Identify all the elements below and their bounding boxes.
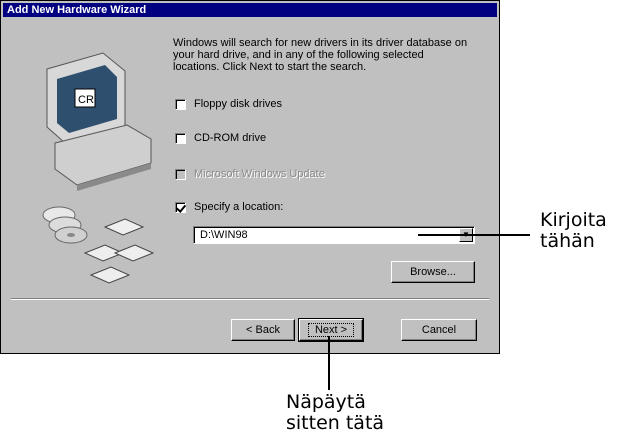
back-button[interactable]: < Back (231, 319, 295, 341)
option-label: Microsoft Windows Update (194, 168, 325, 180)
cancel-button[interactable]: Cancel (401, 319, 477, 341)
option-label: Specify a location: (194, 201, 284, 213)
checkbox-windows-update (175, 168, 186, 180)
option-floppy-disk[interactable]: Floppy disk drives (175, 97, 282, 111)
option-cd-rom[interactable]: CD-ROM drive (175, 131, 266, 145)
option-label: CD-ROM drive (194, 132, 267, 144)
annotation-line-type-here (418, 234, 530, 236)
annotation-line-1: Kirjoita (540, 209, 607, 231)
option-specify-location[interactable]: Specify a location: (175, 200, 283, 214)
annotation-then-click: Näpäytä sitten tätä (286, 392, 384, 434)
computer-search-illustration: CR (42, 52, 155, 284)
option-label: Floppy disk drives (194, 98, 283, 110)
option-windows-update: Microsoft Windows Update (175, 167, 325, 181)
annotation-line-2: tähän (540, 230, 595, 252)
annotation-type-here: Kirjoita tähän (540, 210, 607, 252)
checkbox-floppy[interactable] (175, 98, 186, 110)
add-new-hardware-wizard-window: Add New Hardware Wizard CR Windows will … (0, 0, 500, 354)
svg-text:CR: CR (78, 94, 94, 106)
annotation-line-then-click (328, 336, 330, 390)
browse-button[interactable]: Browse... (391, 261, 475, 283)
intro-text: Windows will search for new drivers in i… (173, 37, 468, 73)
separator (11, 298, 489, 300)
title-bar: Add New Hardware Wizard (3, 3, 497, 17)
checkbox-cd-rom[interactable] (175, 132, 186, 144)
next-button-label: Next > (307, 323, 355, 337)
location-input[interactable]: D:\WIN98 (200, 229, 248, 241)
annotation-line-1: Näpäytä (286, 391, 366, 413)
annotation-line-2: sitten tätä (286, 412, 385, 434)
checkbox-specify-location[interactable] (175, 201, 186, 213)
next-button[interactable]: Next > (298, 318, 364, 342)
